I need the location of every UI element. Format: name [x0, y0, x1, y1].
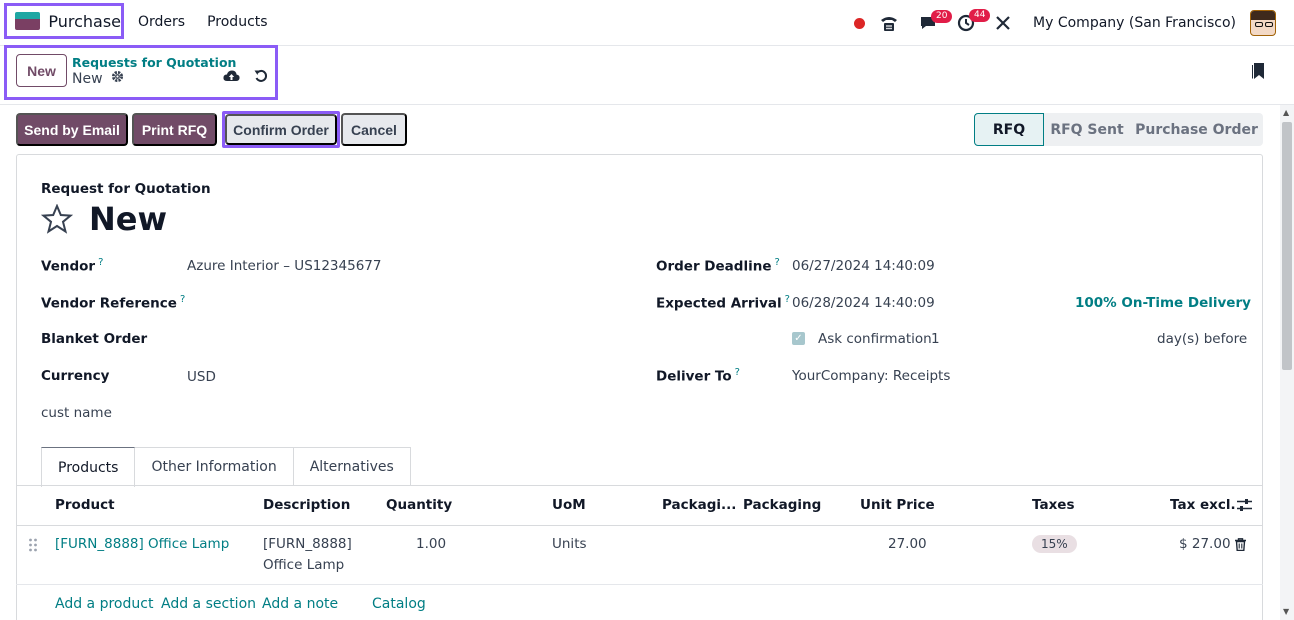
top-navbar: Purchase Orders Products 20 44 My Compan… — [0, 0, 1294, 46]
phone-icon[interactable] — [879, 14, 899, 32]
order-deadline-label: Order Deadline? — [656, 257, 780, 275]
order-deadline-field[interactable]: 06/27/2024 14:40:09 — [792, 258, 935, 274]
divider — [16, 584, 1263, 585]
scroll-up-arrow-icon[interactable]: ▲ — [1283, 108, 1289, 117]
record-name: New — [72, 70, 124, 87]
tax-badge[interactable]: 15% — [1032, 535, 1077, 553]
tab-products[interactable]: Products — [41, 447, 136, 487]
product-cell[interactable]: [FURN_8888] Office Lamp — [55, 534, 229, 555]
debug-tools-icon[interactable] — [995, 15, 1011, 31]
confirm-order-button[interactable]: Confirm Order — [225, 114, 337, 145]
status-bar: RFQ RFQ Sent Purchase Order — [974, 113, 1263, 146]
cust-name-label: cust name — [41, 405, 112, 421]
gear-icon[interactable] — [111, 70, 124, 87]
document-type-label: Request for Quotation — [41, 181, 211, 197]
description-line-2: Office Lamp — [263, 557, 345, 573]
col-unit-price[interactable]: Unit Price — [860, 497, 935, 513]
col-taxes[interactable]: Taxes — [1032, 497, 1074, 513]
description-cell[interactable]: [FURN_8888] Office Lamp — [263, 534, 352, 576]
deliver-to-label: Deliver To? — [656, 367, 740, 385]
scrollbar-thumb[interactable] — [1282, 122, 1292, 370]
unit-price-cell[interactable]: 27.00 — [888, 534, 927, 555]
divider — [16, 485, 1263, 486]
recording-dot-icon[interactable] — [854, 17, 866, 29]
expected-arrival-label: Expected Arrival? — [656, 294, 790, 312]
ask-confirmation-checkbox[interactable]: ✓ — [792, 332, 805, 345]
company-switcher[interactable]: My Company (San Francisco) — [1033, 15, 1236, 31]
expected-arrival-field[interactable]: 06/28/2024 14:40:09 — [792, 295, 935, 311]
help-icon: ? — [734, 367, 740, 378]
breadcrumb-requests[interactable]: Requests for Quotation — [72, 55, 236, 70]
col-quantity[interactable]: Quantity — [386, 497, 452, 513]
uom-cell[interactable]: Units — [552, 534, 587, 555]
record-actions — [223, 69, 268, 87]
col-packaging[interactable]: Packaging — [743, 497, 821, 513]
col-uom[interactable]: UoM — [552, 497, 586, 513]
description-line-1: [FURN_8888] — [263, 536, 352, 552]
purchase-app-icon — [15, 12, 41, 30]
activities-badge: 44 — [969, 9, 991, 22]
star-icon[interactable] — [40, 203, 74, 238]
days-before-label: day(s) before — [1157, 331, 1248, 347]
subtotal-cell: $ 27.00 — [1179, 536, 1231, 552]
app-name: Purchase — [48, 11, 121, 31]
user-avatar[interactable] — [1250, 10, 1276, 36]
trash-icon[interactable] — [1235, 538, 1246, 555]
main-menu: Orders Products — [138, 14, 268, 30]
stage-rfq-sent[interactable]: RFQ Sent — [1044, 113, 1130, 146]
add-product-link[interactable]: Add a product — [55, 596, 153, 612]
help-icon: ? — [179, 294, 186, 305]
vendor-field[interactable]: Azure Interior – US12345677 — [187, 258, 381, 274]
catalog-link[interactable]: Catalog — [372, 596, 426, 612]
new-button[interactable]: New — [16, 54, 67, 87]
tab-other-information[interactable]: Other Information — [135, 447, 294, 486]
add-section-link[interactable]: Add a section — [161, 596, 256, 612]
stage-purchase-order[interactable]: Purchase Order — [1130, 113, 1263, 146]
app-brand[interactable]: Purchase — [4, 3, 124, 39]
page-title: New — [89, 200, 168, 238]
optional-columns-icon[interactable] — [1237, 498, 1252, 516]
col-description[interactable]: Description — [263, 497, 350, 513]
currency-label: Currency — [41, 368, 110, 384]
tab-alternatives[interactable]: Alternatives — [293, 447, 411, 486]
systray: 20 44 My Company (San Francisco) — [854, 9, 1276, 36]
send-by-email-button[interactable]: Send by Email — [16, 113, 128, 146]
vendor-reference-label: Vendor Reference? — [41, 294, 186, 312]
messages-badge: 20 — [931, 10, 953, 23]
deliver-to-field[interactable]: YourCompany: Receipts — [792, 368, 950, 384]
help-icon: ? — [774, 257, 780, 268]
blanket-order-field[interactable] — [187, 331, 567, 349]
bookmark-icon[interactable] — [1251, 62, 1265, 84]
quantity-cell[interactable]: 1.00 — [416, 534, 446, 555]
cloud-upload-icon[interactable] — [223, 70, 240, 86]
notebook-tabs: Products Other Information Alternatives — [41, 447, 411, 487]
vendor-label: Vendor? — [41, 257, 104, 275]
col-tax-excl[interactable]: Tax excl. — [1170, 497, 1236, 513]
drag-handle-icon[interactable] — [28, 538, 38, 556]
discard-changes-icon[interactable] — [254, 69, 268, 87]
ask-confirmation-days[interactable]: 1 — [931, 331, 940, 347]
divider — [16, 525, 1263, 526]
messages-icon[interactable]: 20 — [919, 10, 953, 31]
col-product[interactable]: Product — [55, 497, 115, 513]
divider — [0, 104, 1294, 105]
vendor-reference-field[interactable] — [187, 294, 567, 312]
help-icon: ? — [98, 257, 104, 268]
add-note-link[interactable]: Add a note — [262, 596, 338, 612]
stage-rfq[interactable]: RFQ — [974, 113, 1044, 146]
activities-icon[interactable]: 44 — [957, 9, 991, 32]
menu-products[interactable]: Products — [207, 14, 267, 30]
ask-confirmation-label: Ask confirmation — [818, 331, 932, 347]
menu-orders[interactable]: Orders — [138, 14, 185, 30]
record-name-text: New — [72, 70, 103, 87]
currency-field[interactable]: USD — [187, 369, 216, 385]
col-packaging-qty[interactable]: Packagi... — [662, 497, 736, 513]
print-rfq-button[interactable]: Print RFQ — [132, 113, 217, 146]
help-icon: ? — [784, 294, 790, 305]
cancel-button[interactable]: Cancel — [341, 113, 407, 146]
blanket-order-label: Blanket Order — [41, 331, 148, 347]
on-time-delivery-link[interactable]: 100% On-Time Delivery — [1075, 295, 1251, 311]
scroll-down-arrow-icon[interactable]: ▼ — [1283, 607, 1289, 616]
